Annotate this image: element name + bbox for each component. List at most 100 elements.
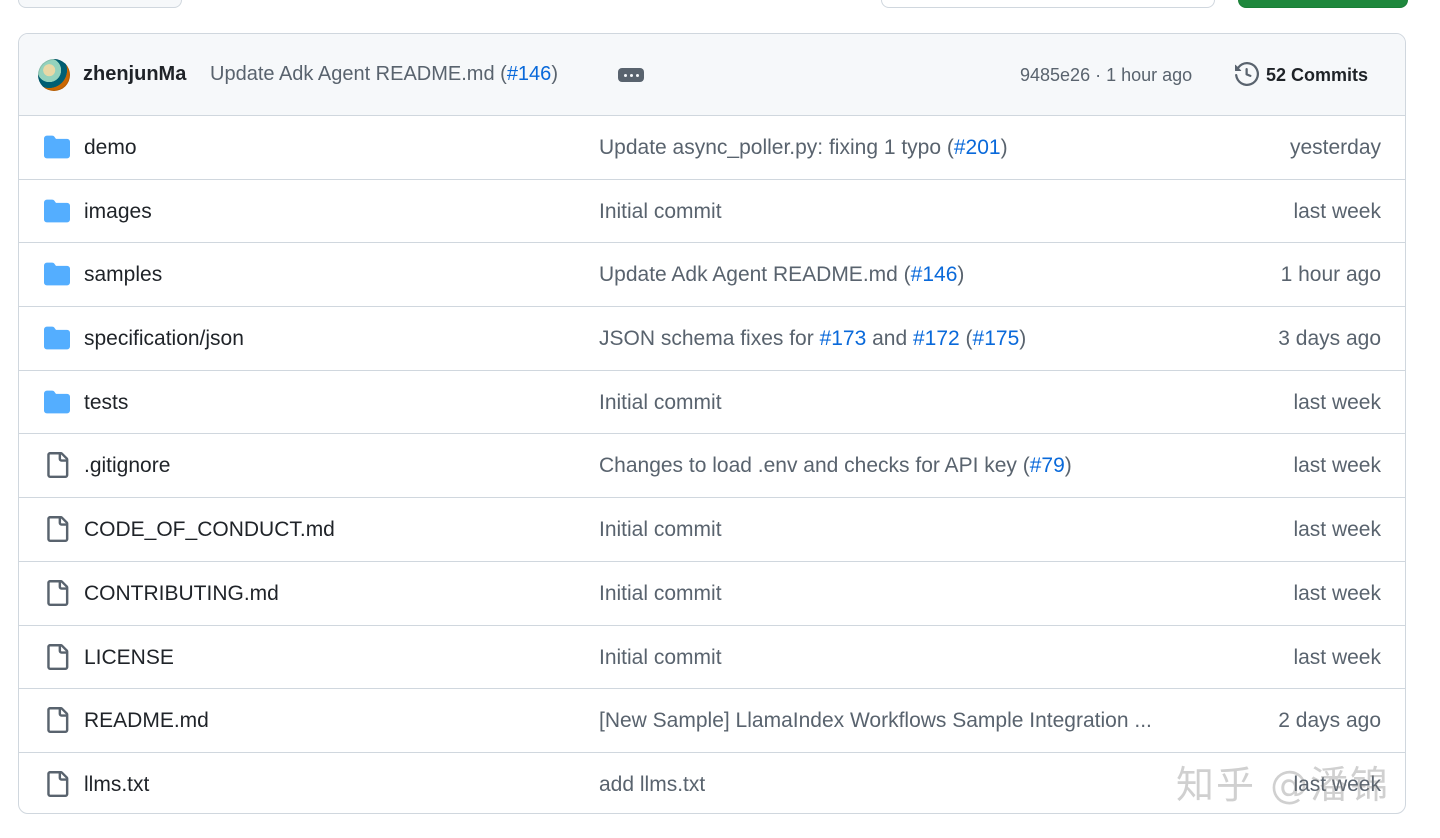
commit-message-suffix: ) <box>551 63 558 85</box>
folder-icon <box>43 389 71 415</box>
commit-message-text: Update Adk Agent README.md ( <box>599 263 911 287</box>
pr-link[interactable]: #175 <box>973 327 1020 350</box>
table-row[interactable]: README.md [New Sample] LlamaIndex Workflo… <box>19 689 1405 753</box>
commit-message-text: ) <box>957 263 965 287</box>
commit-message[interactable]: Update Adk Agent README.md (#146) <box>599 263 964 287</box>
branch-selector-button[interactable] <box>18 0 182 8</box>
commit-message-text: ( <box>959 327 973 351</box>
folder-icon <box>43 134 71 160</box>
pr-link[interactable]: #146 <box>911 263 958 286</box>
folder-icon <box>43 261 71 287</box>
commit-message[interactable]: Initial commit <box>599 518 722 542</box>
file-name-link[interactable]: demo <box>84 136 137 160</box>
file-icon <box>43 770 71 797</box>
history-icon <box>1235 62 1259 86</box>
commit-message[interactable]: Initial commit <box>599 200 722 224</box>
pr-link[interactable]: #79 <box>1030 454 1065 477</box>
folder-icon <box>43 325 71 351</box>
pr-link[interactable]: #172 <box>913 327 960 350</box>
folder-icon <box>43 198 71 224</box>
file-name-link[interactable]: README.md <box>84 709 209 733</box>
ellipsis-icon-dot <box>629 73 633 77</box>
file-name-link[interactable]: tests <box>84 391 128 415</box>
file-icon <box>43 643 71 670</box>
commit-author-link[interactable]: zhenjunMa <box>83 63 186 86</box>
expand-commit-details-button[interactable] <box>618 68 644 82</box>
latest-commit-message[interactable]: Update Adk Agent README.md (#146) <box>210 63 558 86</box>
file-name-link[interactable]: specification/json <box>84 327 244 351</box>
file-name-link[interactable]: samples <box>84 263 162 287</box>
commit-message[interactable]: JSON schema fixes for #173 and #172 (#17… <box>599 327 1026 351</box>
commit-meta: 9485e26 · 1 hour ago <box>1020 65 1192 86</box>
table-row[interactable]: .gitignore Changes to load .env and check… <box>19 434 1405 499</box>
table-row[interactable]: llms.txt add llms.txt last week <box>19 753 1405 813</box>
avatar[interactable] <box>38 59 70 91</box>
commit-message-text: Initial commit <box>599 645 722 669</box>
file-name-link[interactable]: CONTRIBUTING.md <box>84 582 279 606</box>
commit-message[interactable]: Update async_poller.py: fixing 1 typo (#… <box>599 136 1008 160</box>
commits-history-link[interactable]: 52 Commits <box>1266 65 1368 86</box>
table-row[interactable]: CODE_OF_CONDUCT.md Initial commit last wee… <box>19 498 1405 562</box>
commit-time: last week <box>1293 199 1381 223</box>
table-row[interactable]: LICENSE Initial commit last week <box>19 626 1405 690</box>
file-browser: zhenjunMa Update Adk Agent README.md (#1… <box>18 33 1406 814</box>
commit-message[interactable]: Initial commit <box>599 391 722 415</box>
pr-link[interactable]: #146 <box>507 63 552 85</box>
latest-commit-bar: zhenjunMa Update Adk Agent README.md (#1… <box>19 34 1405 116</box>
commit-message-text: ) <box>1000 136 1008 159</box>
table-row[interactable]: samples Update Adk Agent README.md (#146)… <box>19 243 1405 308</box>
commit-time: last week <box>1293 581 1381 605</box>
pr-link[interactable]: #173 <box>820 327 867 350</box>
ellipsis-icon-dot <box>635 73 639 77</box>
commit-message[interactable]: Changes to load .env and checks for API … <box>599 454 1072 478</box>
commit-message-text: ) <box>1064 454 1072 478</box>
table-row[interactable]: tests Initial commit last week <box>19 371 1405 435</box>
file-name-link[interactable]: CODE_OF_CONDUCT.md <box>84 518 335 542</box>
file-icon <box>43 452 71 479</box>
meta-separator: · <box>1090 65 1107 85</box>
commit-message[interactable]: Initial commit <box>599 646 722 670</box>
commit-time: 3 days ago <box>1278 327 1381 351</box>
commit-message-text: Initial commit <box>599 199 722 223</box>
file-icon <box>43 516 71 543</box>
table-row[interactable]: CONTRIBUTING.md Initial commit last week <box>19 562 1405 626</box>
commit-message[interactable]: add llms.txt <box>599 773 705 797</box>
commit-message-text: [New Sample] LlamaIndex Workflows Sample… <box>599 709 1152 733</box>
table-row[interactable]: specification/json JSON schema fixes for … <box>19 307 1405 371</box>
ellipsis-icon-dot <box>623 73 627 77</box>
commit-message-text: JSON schema fixes for <box>599 327 820 351</box>
commit-time: last week <box>1293 518 1381 542</box>
file-name-link[interactable]: llms.txt <box>84 773 149 797</box>
pr-link[interactable]: #201 <box>954 136 1001 159</box>
table-row[interactable]: images Initial commit last week <box>19 180 1405 244</box>
commit-time: last week <box>1293 772 1381 796</box>
file-icon <box>43 579 71 606</box>
go-to-file-input[interactable] <box>881 0 1215 8</box>
commit-message-text: and <box>866 327 913 351</box>
commit-message-text: Initial commit <box>599 581 722 605</box>
commit-message-text: add llms.txt <box>599 772 706 796</box>
commit-time: last week <box>1293 454 1381 478</box>
commit-message-text: Initial commit <box>599 390 722 414</box>
commit-message-text: Initial commit <box>599 518 722 542</box>
commit-time: yesterday <box>1289 136 1381 159</box>
file-name-link[interactable]: images <box>84 200 152 224</box>
commit-message-text: ) <box>1019 327 1027 351</box>
file-name-link[interactable]: LICENSE <box>84 646 174 670</box>
file-name-link[interactable]: .gitignore <box>84 454 170 478</box>
table-row[interactable]: demo Update async_poller.py: fixing 1 typ… <box>19 116 1405 180</box>
commit-message[interactable]: [New Sample] LlamaIndex Workflows Sample… <box>599 709 1152 733</box>
commit-message-text: Changes to load .env and checks for API … <box>599 454 1030 478</box>
commit-time: last week <box>1293 390 1381 414</box>
commit-message-text: Update async_poller.py: fixing 1 typo ( <box>599 136 954 159</box>
file-icon <box>43 707 71 734</box>
commit-message[interactable]: Initial commit <box>599 582 722 606</box>
commit-time: last week <box>1293 645 1381 669</box>
file-list: demo Update async_poller.py: fixing 1 typ… <box>19 116 1405 813</box>
code-button[interactable] <box>1238 0 1408 8</box>
commit-message-text: Update Adk Agent README.md ( <box>210 63 507 85</box>
commit-time: 1 hour ago <box>1106 65 1193 85</box>
commit-time: 2 days ago <box>1278 709 1381 733</box>
commit-hash-link[interactable]: 9485e26 <box>1020 65 1090 85</box>
commit-time: 1 hour ago <box>1280 263 1381 287</box>
